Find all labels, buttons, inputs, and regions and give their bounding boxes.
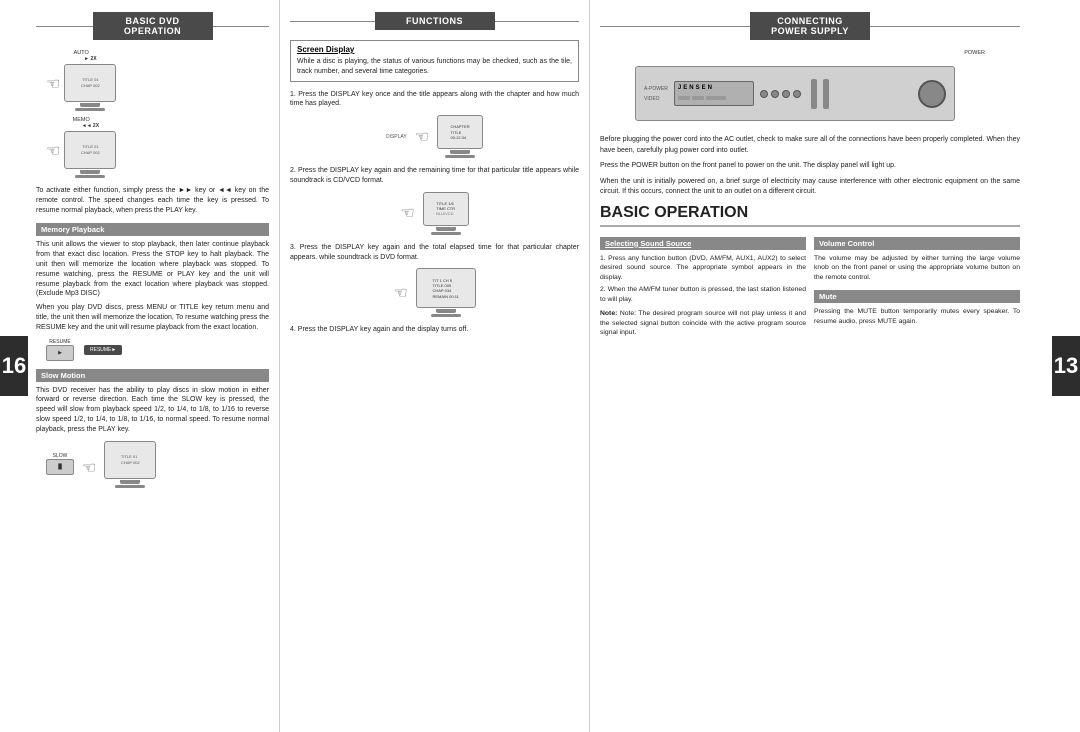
jensen-brand-label: JENSEN — [675, 82, 753, 94]
operation-grid: Selecting Sound Source 1. Press any func… — [600, 237, 1020, 338]
right-header-line2: POWER SUPPLY — [758, 26, 862, 36]
screen-display-intro: While a disc is playing, the status of v… — [297, 57, 572, 77]
intro-text: To activate either function, simply pres… — [36, 186, 269, 215]
mute-text: Pressing the MUTE button temporarily mut… — [814, 307, 1020, 326]
note-text: Note: Note: The desired program source w… — [600, 309, 806, 338]
right-header-wrapper: CONNECTING POWER SUPPLY — [600, 12, 1020, 40]
left-header-wrapper: BASIC DVD OPERATION — [36, 12, 269, 40]
memory-playback-text1: This unit allows the viewer to stop play… — [36, 240, 269, 299]
mute-title: Mute — [814, 290, 1020, 303]
slow-motion-title: Slow Motion — [36, 369, 269, 382]
screen-display-box: Screen Display While a disc is playing, … — [290, 40, 579, 82]
tv-screen-slow: TITLE 01 CHAP 002 — [104, 441, 156, 479]
col-left: BASIC DVD OPERATION AUTO ☜ ► 2X TITLE 01… — [0, 0, 280, 732]
left-header-line2: OPERATION — [101, 26, 205, 36]
rec-btn-1 — [760, 90, 768, 98]
page-num-left-value: 16 — [2, 353, 26, 379]
tv-step3-screen: TIT 1 CH 5 TITLE 005 CHAP 034 REMAIN 00:… — [416, 268, 476, 308]
volume-control-text: The volume may be adjusted by either tur… — [814, 254, 1020, 283]
step2-text: 2. Press the DISPLAY key again and the r… — [290, 166, 579, 186]
basic-operation-title: BASIC OPERATION — [600, 204, 1020, 227]
tv-step3: TIT 1 CH 5 TITLE 005 CHAP 034 REMAIN 00:… — [416, 268, 476, 317]
receiver-display: JENSEN — [674, 81, 754, 106]
page-container: 16 13 BASIC DVD OPERATION AUTO ☜ ► 2X — [0, 0, 1080, 732]
tv-step1: CHAPTER TITLE 00:12:34 — [437, 115, 483, 158]
memory-playback-title: Memory Playback — [36, 223, 269, 236]
step3-text: 3. Press the DISPLAY key again and the t… — [290, 243, 579, 263]
before-plugging-text: Before plugging the power cord into the … — [600, 135, 1020, 156]
tv-slow: TITLE 01 CHAP 002 — [104, 441, 156, 488]
receiver-buttons — [760, 90, 801, 98]
tv-memo: ◄◄ 2X TITLE 01 CHAP 002 — [64, 123, 116, 178]
when-powered-text: When the unit is initially powered on, a… — [600, 177, 1020, 198]
tv-step3-content: TIT 1 CH 5 TITLE 005 CHAP 034 REMAIN 00:… — [430, 276, 460, 301]
left-section-header: BASIC DVD OPERATION — [93, 12, 213, 40]
auto-section: AUTO ☜ ► 2X TITLE 01 CHAP 002 — [46, 50, 116, 111]
page-number-left: 16 — [0, 336, 28, 396]
tv-step2-content: TITLE 1/5 TIME CTR BLU/VCD — [434, 199, 457, 219]
rec-btn-3 — [782, 90, 790, 98]
tv-step2: TITLE 1/5 TIME CTR BLU/VCD — [423, 192, 469, 235]
tv-step1-screen: CHAPTER TITLE 00:12:34 — [437, 115, 483, 149]
tv-auto: ► 2X TITLE 01 CHAP 002 — [64, 56, 116, 111]
rec-btn-2 — [771, 90, 779, 98]
selecting-sound-text1: 1. Press any function button (DVD, AM/FM… — [600, 254, 806, 283]
selecting-sound-text2: 2. When the AM/FM tuner button is presse… — [600, 285, 806, 304]
volume-mute-item: Volume Control The volume may be adjuste… — [814, 237, 1020, 338]
step1-text: 1. Press the DISPLAY key once and the ti… — [290, 90, 579, 110]
tv-step1-content: CHAPTER TITLE 00:12:34 — [448, 122, 471, 142]
resume-indicator: RESUME► — [84, 345, 122, 355]
press-power-text: Press the POWER button on the front pane… — [600, 161, 1020, 172]
slow-motion-text: This DVD receiver has the ability to pla… — [36, 386, 269, 435]
page-num-right-value: 13 — [1054, 353, 1078, 379]
resume-button-img: ▶ — [46, 345, 74, 361]
right-header-line1: CONNECTING — [758, 16, 862, 26]
page-number-right: 13 — [1052, 336, 1080, 396]
slow-button-img: ▐▌ — [46, 459, 74, 475]
col-right: CONNECTING POWER SUPPLY POWER A-POWER VI… — [590, 0, 1052, 732]
tv-screen-memo: TITLE 01 CHAP 002 — [64, 131, 116, 169]
middle-header-wrapper: FUNCTIONS — [290, 12, 579, 30]
col-middle: FUNCTIONS Screen Display While a disc is… — [280, 0, 590, 732]
receiver-section: POWER A-POWER VIDEO JENSEN — [635, 50, 985, 129]
volume-control-title: Volume Control — [814, 237, 1020, 250]
selecting-sound-title: Selecting Sound Source — [600, 237, 806, 250]
receiver-image: A-POWER VIDEO JENSEN — [635, 66, 955, 121]
display-label-text: DISPLAY — [386, 134, 407, 140]
volume-knob — [918, 80, 946, 108]
left-header-line1: BASIC DVD — [101, 16, 205, 26]
tv-step2-screen: TITLE 1/5 TIME CTR BLU/VCD — [423, 192, 469, 226]
resume-label: RESUME — [49, 339, 70, 345]
middle-section-header: FUNCTIONS — [375, 12, 495, 30]
middle-header-text: FUNCTIONS — [406, 16, 463, 26]
screen-display-title: Screen Display — [297, 45, 572, 54]
display-label-1: DISPLAY — [386, 134, 407, 140]
rec-btn-4 — [793, 90, 801, 98]
memo-section: MEMO ☜ ◄◄ 2X TITLE 01 CHAP 002 — [46, 117, 116, 178]
right-section-header: CONNECTING POWER SUPPLY — [750, 12, 870, 40]
memory-playback-text2: When you play DVD discs, press MENU or T… — [36, 303, 269, 332]
selecting-sound-item: Selecting Sound Source 1. Press any func… — [600, 237, 806, 338]
power-indicator-label: POWER — [635, 50, 985, 56]
step4-text: 4. Press the DISPLAY key again and the d… — [290, 325, 579, 335]
tv-screen-auto: TITLE 01 CHAP 002 — [64, 64, 116, 102]
